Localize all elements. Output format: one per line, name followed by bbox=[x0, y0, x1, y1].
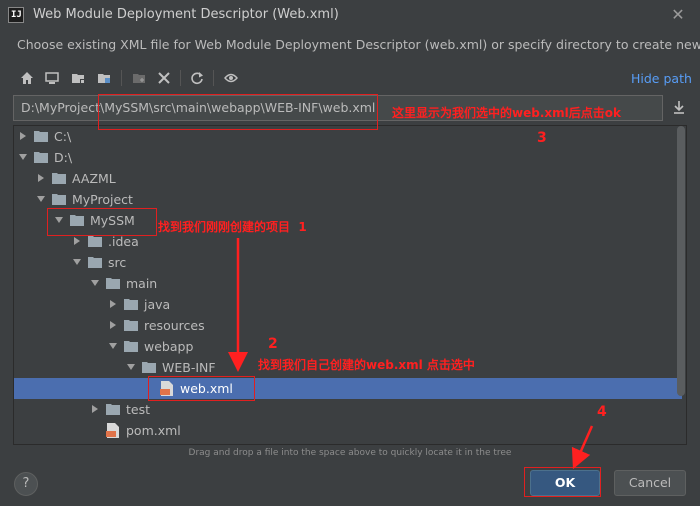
tree-row-label: resources bbox=[144, 318, 205, 333]
folder-icon bbox=[124, 299, 138, 310]
ok-highlight-box bbox=[524, 467, 601, 497]
tree-row[interactable]: test bbox=[14, 399, 682, 420]
tree-row[interactable]: main bbox=[14, 273, 682, 294]
project-highlight-box bbox=[47, 208, 157, 236]
tree-row-label: main bbox=[126, 276, 158, 291]
delete-icon[interactable] bbox=[153, 68, 175, 88]
download-icon[interactable] bbox=[668, 96, 690, 118]
toolbar-separator bbox=[213, 70, 214, 86]
new-folder-icon[interactable] bbox=[128, 68, 150, 88]
folder-icon bbox=[106, 278, 120, 289]
path-annotation: 这里显示为我们选中的web.xml后点击ok bbox=[392, 106, 621, 120]
tree-row-label: D:\ bbox=[54, 150, 73, 165]
collapsed-arrow-icon[interactable] bbox=[36, 173, 46, 183]
refresh-icon[interactable] bbox=[186, 68, 208, 88]
folder-icon bbox=[88, 236, 102, 247]
expanded-arrow-icon[interactable] bbox=[126, 362, 136, 372]
show-hidden-icon[interactable] bbox=[220, 68, 242, 88]
tree-row[interactable]: src bbox=[14, 252, 682, 273]
project-icon[interactable] bbox=[67, 68, 89, 88]
tree-scrollbar[interactable] bbox=[677, 126, 685, 396]
folder-icon bbox=[124, 341, 138, 352]
hide-path-link[interactable]: Hide path bbox=[631, 71, 692, 86]
folder-icon bbox=[142, 362, 156, 373]
step-2-label: 2 bbox=[268, 336, 278, 352]
xml-file-icon bbox=[106, 423, 119, 438]
app-icon: IJ bbox=[8, 7, 24, 23]
home-icon[interactable] bbox=[16, 68, 38, 88]
tree-row-label: test bbox=[126, 402, 151, 417]
folder-icon bbox=[124, 320, 138, 331]
folder-icon bbox=[52, 173, 66, 184]
file-highlight-box bbox=[148, 376, 255, 401]
tree-row-label: webapp bbox=[144, 339, 194, 354]
step-4-label: 4 bbox=[597, 404, 607, 420]
module-icon[interactable] bbox=[93, 68, 115, 88]
folder-icon bbox=[34, 152, 48, 163]
collapsed-arrow-icon[interactable] bbox=[72, 236, 82, 246]
tree-row[interactable]: resources bbox=[14, 315, 682, 336]
folder-icon bbox=[106, 404, 120, 415]
tree-row[interactable]: D:\ bbox=[14, 147, 682, 168]
close-icon[interactable]: ✕ bbox=[668, 5, 688, 25]
tree-row[interactable]: AAZML bbox=[14, 168, 682, 189]
window-title: Web Module Deployment Descriptor (Web.xm… bbox=[33, 7, 339, 22]
file-tree[interactable]: C:\ D:\ AAZML MyProject MySSM .idea src main jav… bbox=[13, 125, 687, 445]
tree-row-label: pom.xml bbox=[126, 423, 181, 438]
tree-row[interactable]: webapp bbox=[14, 336, 682, 357]
tree-row[interactable]: java bbox=[14, 294, 682, 315]
toolbar-separator bbox=[121, 70, 122, 86]
tree-row[interactable]: web.xml bbox=[14, 378, 682, 399]
expanded-arrow-icon[interactable] bbox=[72, 257, 82, 267]
folder-icon bbox=[88, 257, 102, 268]
desktop-icon[interactable] bbox=[41, 68, 63, 88]
expanded-arrow-icon[interactable] bbox=[108, 341, 118, 351]
file-annotation: 找到我们自己创建的web.xml 点击选中 bbox=[258, 358, 475, 372]
tree-row-label: WEB-INF bbox=[162, 360, 216, 375]
expanded-arrow-icon[interactable] bbox=[18, 152, 28, 162]
tree-row[interactable]: pom.xml bbox=[14, 420, 682, 441]
collapsed-arrow-icon[interactable] bbox=[90, 404, 100, 414]
project-annotation-text: 找到我们刚刚创建的项目 bbox=[158, 220, 291, 234]
step-1-label: 1 bbox=[298, 220, 307, 234]
collapsed-arrow-icon[interactable] bbox=[18, 131, 28, 141]
folder-icon bbox=[34, 131, 48, 142]
project-annotation: 找到我们刚刚创建的项目 1 bbox=[158, 218, 307, 235]
folder-icon bbox=[52, 194, 66, 205]
tree-row-label: AAZML bbox=[72, 171, 116, 186]
tree-row-label: MyProject bbox=[72, 192, 133, 207]
collapsed-arrow-icon[interactable] bbox=[108, 299, 118, 309]
tree-row-label: C:\ bbox=[54, 129, 72, 144]
expanded-arrow-icon[interactable] bbox=[36, 194, 46, 204]
tree-row-label: java bbox=[144, 297, 171, 312]
tree-row-label: src bbox=[108, 255, 127, 270]
expanded-arrow-icon[interactable] bbox=[90, 278, 100, 288]
help-button[interactable]: ? bbox=[14, 472, 38, 496]
dialog-description: Choose existing XML file for Web Module … bbox=[17, 37, 700, 52]
step-3-label: 3 bbox=[537, 130, 547, 146]
drag-drop-hint: Drag and drop a file into the space abov… bbox=[188, 448, 512, 458]
tree-row[interactable]: MyProject bbox=[14, 189, 682, 210]
toolbar-separator bbox=[180, 70, 181, 86]
collapsed-arrow-icon[interactable] bbox=[108, 320, 118, 330]
tree-row-label: .idea bbox=[108, 234, 139, 249]
cancel-button[interactable]: Cancel bbox=[614, 470, 686, 496]
path-highlight-box bbox=[98, 94, 378, 130]
